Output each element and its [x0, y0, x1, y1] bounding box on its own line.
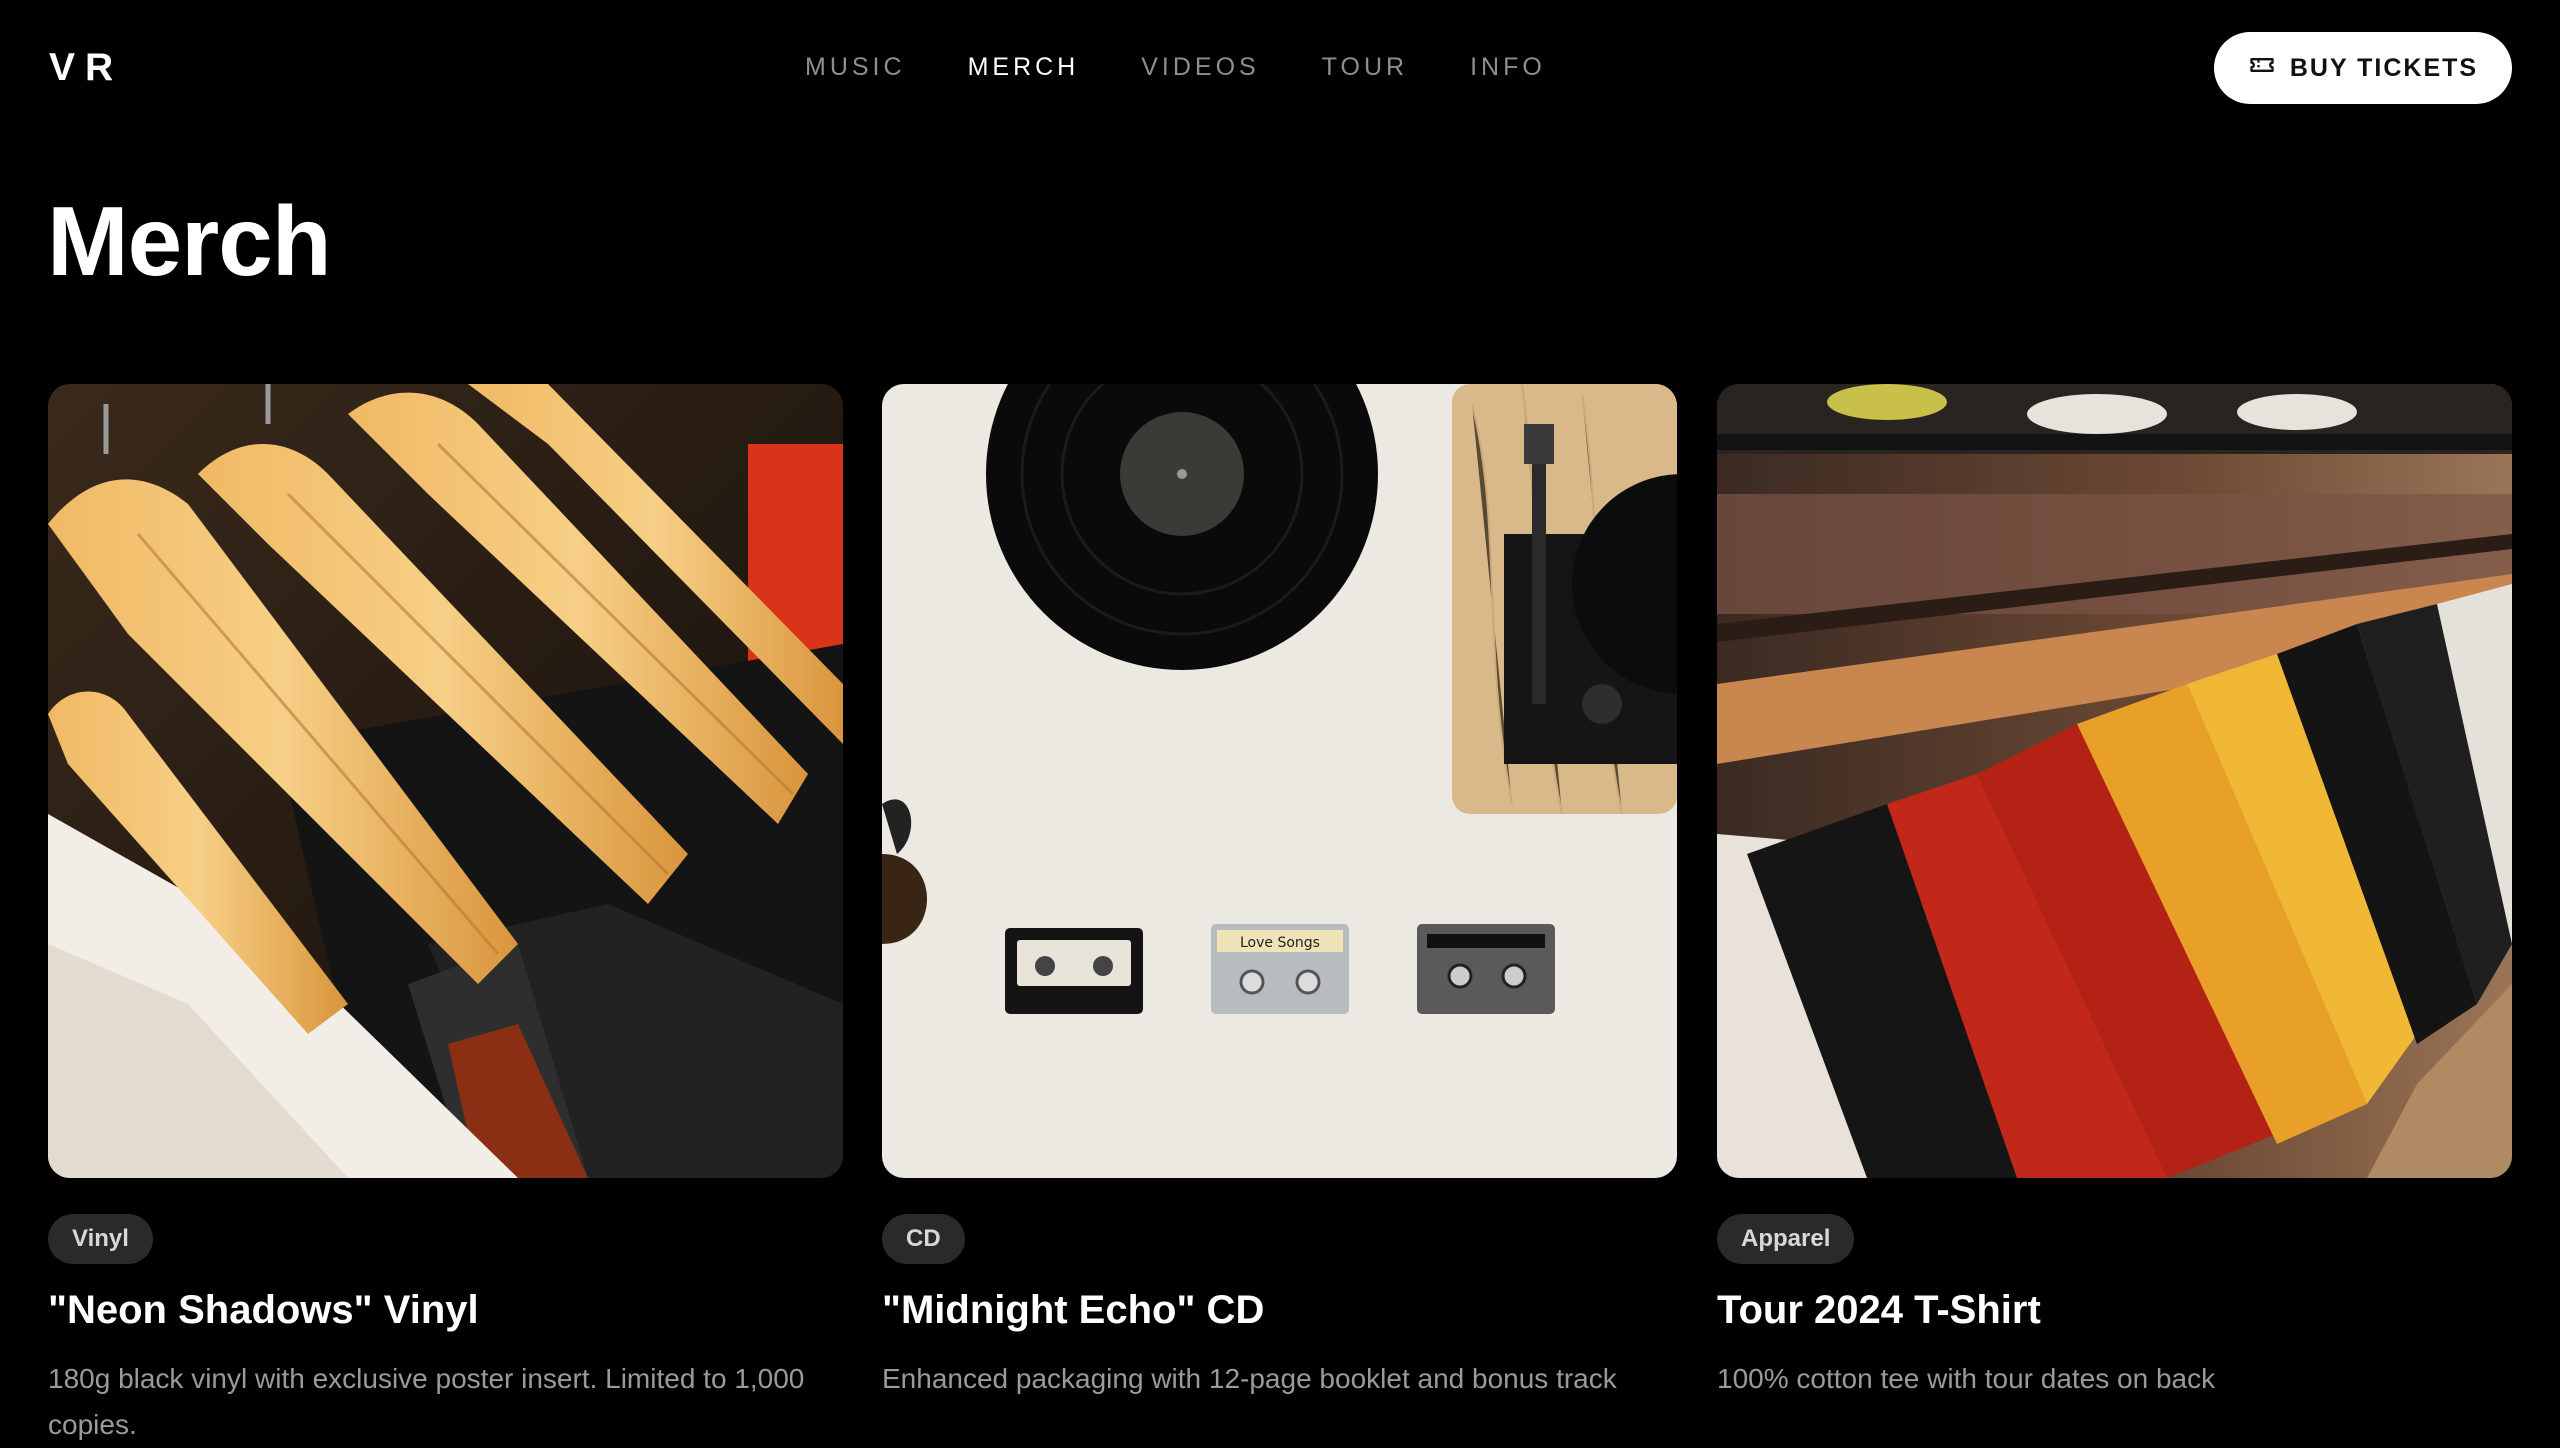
- site-logo[interactable]: VR: [49, 46, 123, 90]
- nav-link-info[interactable]: INFO: [1470, 52, 1546, 82]
- product-card-apparel[interactable]: Apparel: [1717, 384, 2512, 1264]
- ticket-icon: [2248, 51, 2276, 86]
- nav-link-videos[interactable]: VIDEOS: [1141, 52, 1259, 82]
- nav-link-tour[interactable]: TOUR: [1322, 52, 1408, 82]
- product-title[interactable]: "Midnight Echo" CD: [882, 1286, 1264, 1334]
- cassette-label-text: Love Songs: [1240, 935, 1320, 951]
- nav-link-music[interactable]: MUSIC: [805, 52, 906, 82]
- product-description: Enhanced packaging with 12-page booklet …: [882, 1363, 1617, 1394]
- product-image-record-cassettes[interactable]: Love Songs: [882, 384, 1677, 1178]
- category-tag: Apparel: [1717, 1214, 1855, 1264]
- site-header: VR MUSIC MERCH VIDEOS TOUR INFO BUY TICK…: [0, 0, 2560, 135]
- category-tag: CD: [882, 1214, 965, 1264]
- category-tag: Vinyl: [48, 1214, 153, 1264]
- product-title[interactable]: Tour 2024 T-Shirt: [1717, 1286, 2041, 1334]
- product-card-cd[interactable]: Love Songs CD: [882, 384, 1677, 1264]
- nav-link-merch[interactable]: MERCH: [968, 52, 1080, 82]
- buy-tickets-label: BUY TICKETS: [2289, 53, 2479, 82]
- product-image-tshirt-rack[interactable]: [1717, 384, 2512, 1178]
- product-title[interactable]: "Neon Shadows" Vinyl: [48, 1286, 479, 1334]
- product-description: 100% cotton tee with tour dates on back: [1717, 1363, 2216, 1394]
- product-image-hangers[interactable]: [48, 384, 843, 1178]
- main-nav: MUSIC MERCH VIDEOS TOUR INFO: [805, 52, 1546, 82]
- buy-tickets-button[interactable]: BUY TICKETS: [2214, 32, 2512, 104]
- product-description: 180g black vinyl with exclusive poster i…: [48, 1363, 805, 1440]
- page-title: Merch: [47, 186, 332, 296]
- product-card-vinyl[interactable]: Vinyl: [48, 384, 843, 1264]
